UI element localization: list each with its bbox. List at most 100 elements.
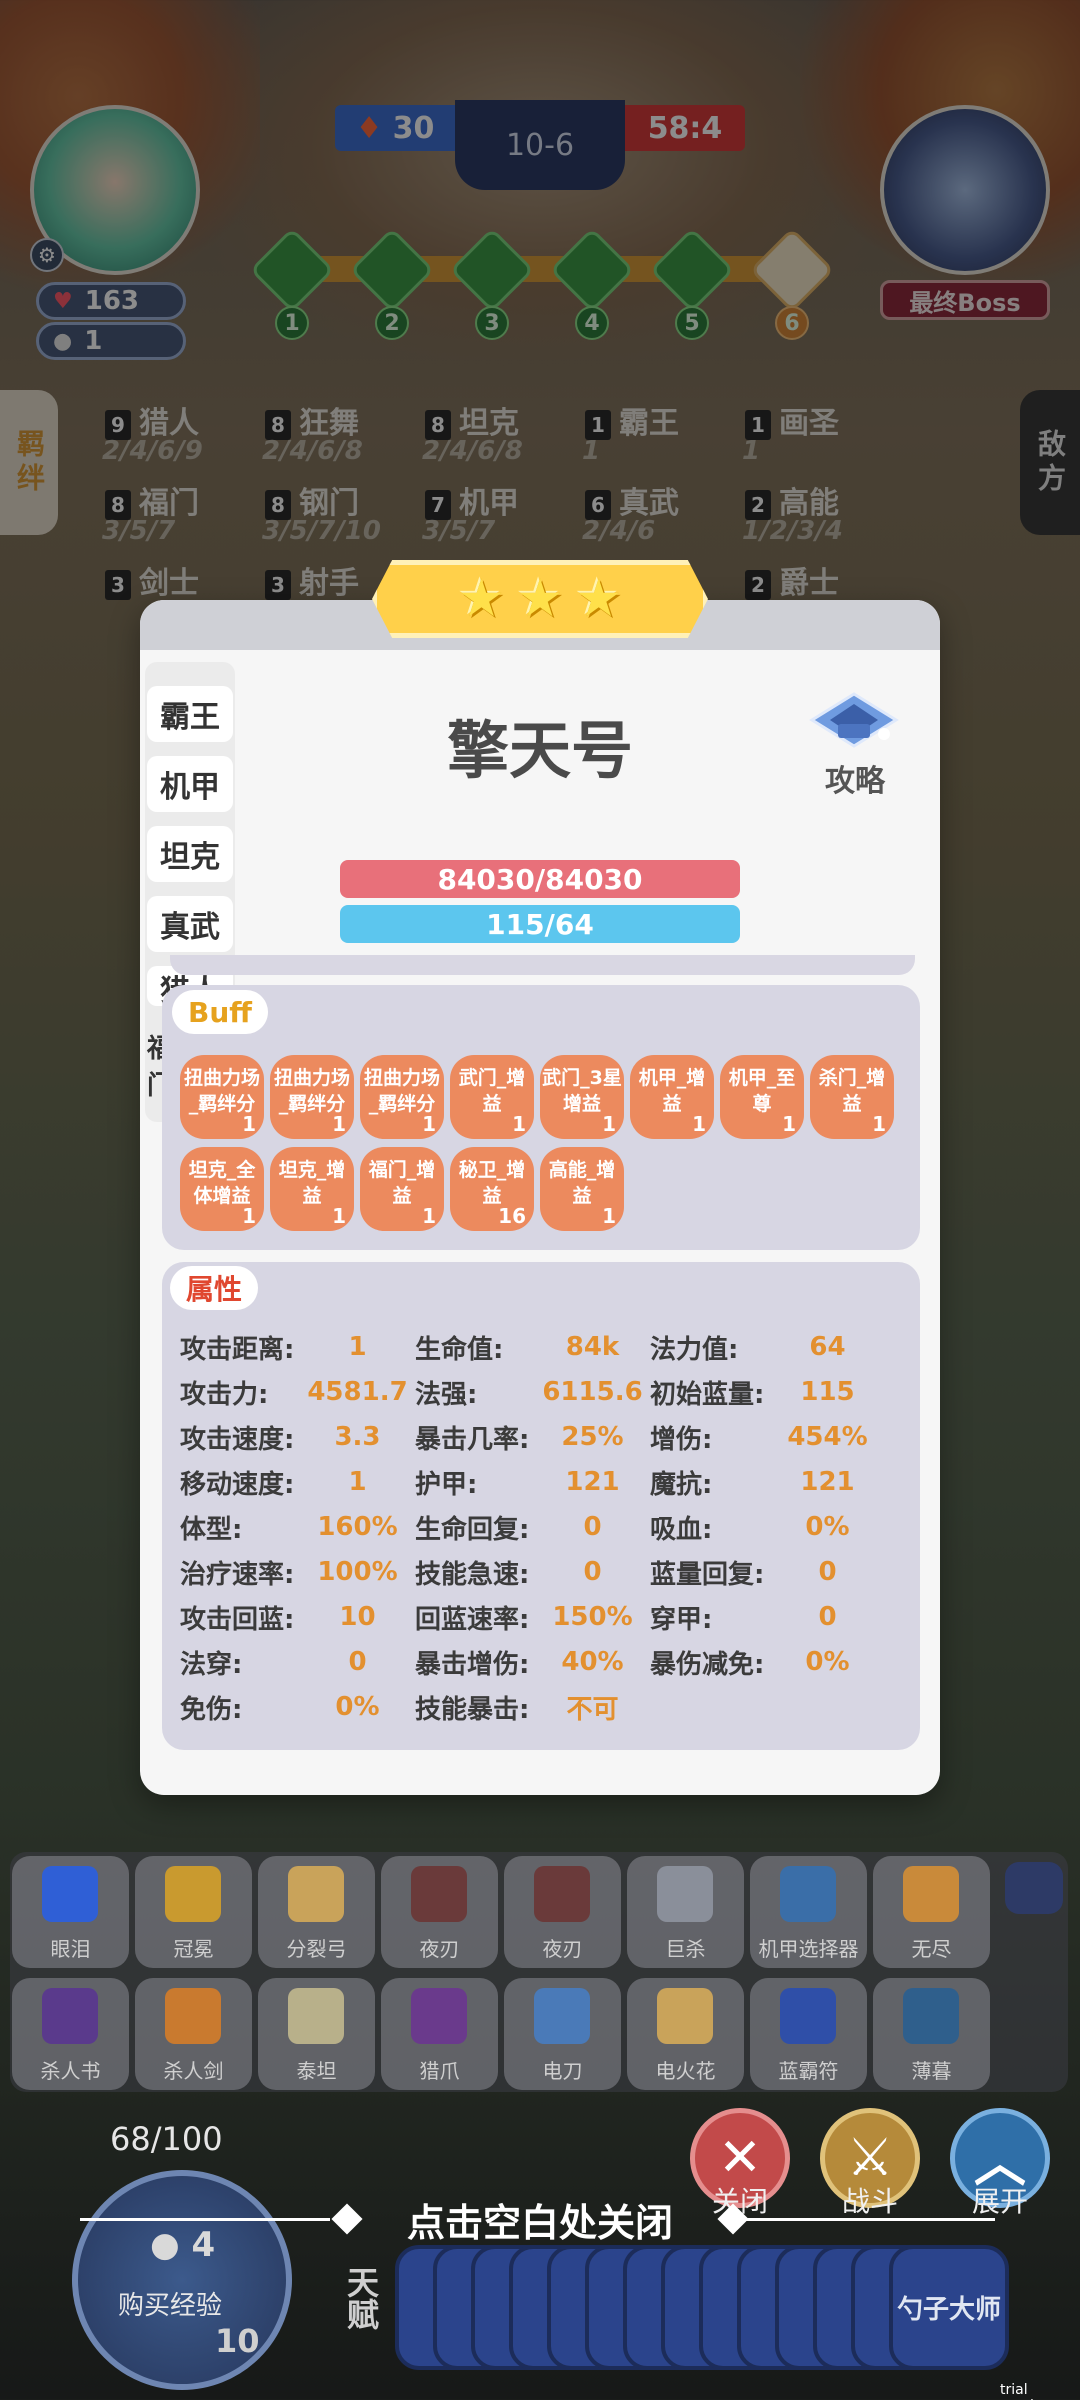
attr-row: 法穿: 0 — [180, 1645, 415, 1680]
attr-value: 0% — [805, 1647, 850, 1677]
buff-name: 机甲_至尊 — [728, 1067, 796, 1115]
attr-row: 回蓝速率: 150% — [415, 1600, 650, 1635]
buff-item[interactable]: 秘卫_增益 16 — [450, 1147, 534, 1231]
attr-row: 暴击增伤: 40% — [415, 1645, 650, 1680]
attr-key: 法力值: — [650, 1334, 739, 1365]
attr-value: 0 — [818, 1602, 837, 1632]
equipment-slot[interactable]: 分裂弓 — [258, 1856, 375, 1968]
equipment-icon — [288, 1866, 344, 1922]
attr-key: 攻击回蓝: — [180, 1604, 295, 1635]
equipment-slot[interactable]: 蓝霸符 — [750, 1978, 867, 2090]
attr-key: 魔抗: — [650, 1469, 713, 1500]
equipment-slot[interactable]: 机甲选择器 — [750, 1856, 867, 1968]
equipment-slot[interactable]: 冠冕 — [135, 1856, 252, 1968]
buff-item[interactable]: 武门_3星增益 1 — [540, 1055, 624, 1139]
buff-item[interactable]: 武门_增益 1 — [450, 1055, 534, 1139]
attr-value: 40% — [561, 1647, 624, 1677]
equipment-slot[interactable]: 猎爪 — [381, 1978, 498, 2090]
buff-item[interactable]: 杀门_增益 1 — [810, 1055, 894, 1139]
attr-key: 攻击距离: — [180, 1334, 295, 1365]
trait-tab[interactable]: 霸王 — [147, 686, 233, 742]
equipment-slot[interactable]: 杀人剑 — [135, 1978, 252, 2090]
equipment-slot[interactable]: 电刀 — [504, 1978, 621, 2090]
buff-item[interactable]: 高能_增益 1 — [540, 1147, 624, 1231]
attr-row: 免伤: 0% — [180, 1690, 415, 1725]
equipment-icon — [534, 1866, 590, 1922]
buff-count: 1 — [692, 1112, 706, 1136]
equipment-slot[interactable]: 泰坦 — [258, 1978, 375, 2090]
equipment-slot[interactable]: 无尽 — [873, 1856, 990, 1968]
buff-item[interactable]: 机甲_增益 1 — [630, 1055, 714, 1139]
equipment-slot[interactable]: 巨杀 — [627, 1856, 744, 1968]
attr-key: 暴击增伤: — [415, 1649, 530, 1680]
equipment-slot[interactable]: 电火花 — [627, 1978, 744, 2090]
attr-key: 法强: — [415, 1379, 478, 1410]
buff-count: 1 — [422, 1112, 436, 1136]
hint-divider-right — [745, 2218, 995, 2221]
equipment-label: 冠冕 — [173, 1937, 214, 1961]
equipment-slot[interactable]: 夜刃 — [504, 1856, 621, 1968]
xp-counter: 68/100 — [110, 2120, 223, 2158]
attr-value: 6115.6 — [542, 1377, 643, 1407]
talent-cards: 装顶装金殉钢勺子大师 — [395, 2245, 1055, 2375]
equipment-icon — [657, 1988, 713, 2044]
attr-value: 0 — [818, 1557, 837, 1587]
buff-item[interactable]: 扭曲力场_羁绊分 1 — [360, 1055, 444, 1139]
section-divider — [170, 955, 915, 975]
buff-item[interactable]: 坦克_全体增益 1 — [180, 1147, 264, 1231]
equipment-icon — [165, 1866, 221, 1922]
attribute-title: 属性 — [170, 1266, 259, 1310]
equipment-slot[interactable]: 杀人书 — [12, 1978, 129, 2090]
attr-key: 穿甲: — [650, 1604, 713, 1635]
buff-name: 高能_增益 — [548, 1159, 616, 1207]
equipment-label: 猎爪 — [419, 2059, 460, 2083]
trait-tab[interactable]: 真武 — [147, 896, 233, 952]
equipment-icon — [411, 1988, 467, 2044]
equipment-slot[interactable]: 夜刃 — [381, 1856, 498, 1968]
attr-row: 法力值: 64 — [650, 1330, 885, 1365]
talent-card[interactable]: 勺子大师 — [889, 2245, 1009, 2370]
attr-key: 初始蓝量: — [650, 1379, 765, 1410]
buff-item[interactable]: 坦克_增益 1 — [270, 1147, 354, 1231]
buff-count: 1 — [422, 1204, 436, 1228]
buff-grid: 扭曲力场_羁绊分 1 扭曲力场_羁绊分 1 扭曲力场_羁绊分 1 武门_增益 1 武门_… — [180, 1055, 900, 1231]
equipment-label: 无尽 — [911, 1937, 952, 1961]
buff-name: 秘卫_增益 — [458, 1159, 526, 1207]
equipment-label: 杀人书 — [40, 2059, 101, 2083]
star-rating: ★ ★ ★ — [372, 560, 708, 638]
attr-row: 暴击几率: 25% — [415, 1420, 650, 1455]
attr-value: 0% — [805, 1512, 850, 1542]
attr-key: 增伤: — [650, 1424, 713, 1455]
guide-label[interactable]: 攻略 — [800, 756, 910, 800]
attr-row: 增伤: 454% — [650, 1420, 885, 1455]
equipment-icon — [42, 1988, 98, 2044]
attr-value: 4581.7 — [307, 1377, 408, 1407]
buff-item[interactable]: 扭曲力场_羁绊分 1 — [180, 1055, 264, 1139]
buff-count: 1 — [512, 1112, 526, 1136]
equipment-slot[interactable]: 眼泪 — [12, 1856, 129, 1968]
attr-key: 治疗速率: — [180, 1559, 295, 1590]
attr-row: 技能急速: 0 — [415, 1555, 650, 1590]
talent-label: 天赋 — [342, 2266, 380, 2330]
attr-value: 454% — [787, 1422, 868, 1452]
equipment-label: 巨杀 — [665, 1937, 706, 1961]
equipment-scrollbar[interactable] — [1005, 1862, 1063, 1914]
trait-tab[interactable]: 坦克 — [147, 826, 233, 882]
buff-item[interactable]: 机甲_至尊 1 — [720, 1055, 804, 1139]
buff-item[interactable]: 福门_增益 1 — [360, 1147, 444, 1231]
attr-value: 1 — [348, 1467, 367, 1497]
buff-count: 16 — [498, 1204, 526, 1228]
attr-value: 3.3 — [334, 1422, 381, 1452]
buff-name: 福门_增益 — [368, 1159, 436, 1207]
attr-row: 攻击回蓝: 10 — [180, 1600, 415, 1635]
attr-key: 移动速度: — [180, 1469, 295, 1500]
trait-tab[interactable]: 机甲 — [147, 756, 233, 812]
attr-row: 技能暴击: 不可 — [415, 1690, 650, 1725]
attr-value: 100% — [317, 1557, 398, 1587]
equipment-icon — [165, 1988, 221, 2044]
buff-count: 1 — [602, 1204, 616, 1228]
equipment-slot[interactable]: 薄暮 — [873, 1978, 990, 2090]
buff-item[interactable]: 扭曲力场_羁绊分 1 — [270, 1055, 354, 1139]
equipment-icon — [903, 1866, 959, 1922]
guide-icon[interactable] — [808, 690, 900, 762]
